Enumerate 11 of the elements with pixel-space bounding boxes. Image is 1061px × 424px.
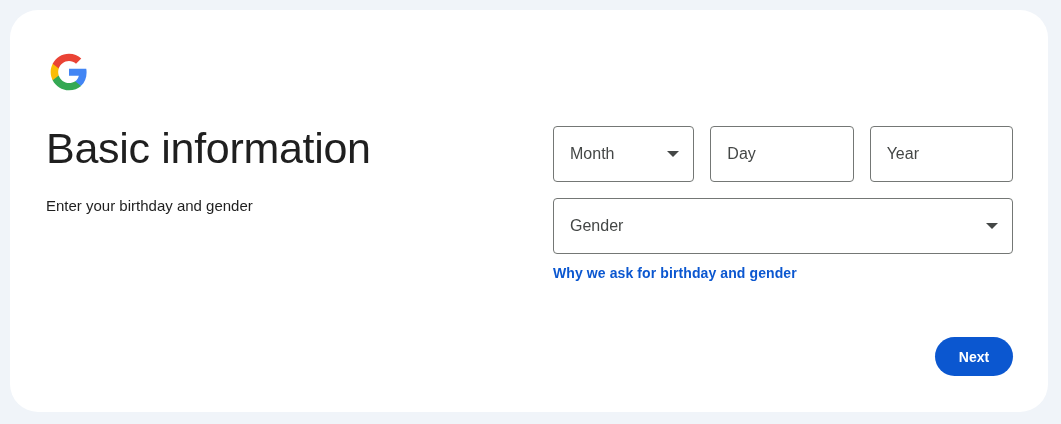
logo-icon [48,52,90,92]
input-field[interactable]: Day [710,126,854,182]
dropdown-field[interactable]: Gender [553,198,1013,254]
subtitle: Enter your birthday and gender [46,197,254,214]
dropdown-field[interactable]: Month [553,126,695,182]
next-button[interactable]: Next [935,337,1013,376]
page-title: Basic information [46,124,372,173]
caret-icon [667,151,680,157]
caret-icon [986,223,998,229]
help-link[interactable]: Why we ask for birthday and gender [553,265,797,281]
input-field[interactable]: Year [869,126,1013,182]
